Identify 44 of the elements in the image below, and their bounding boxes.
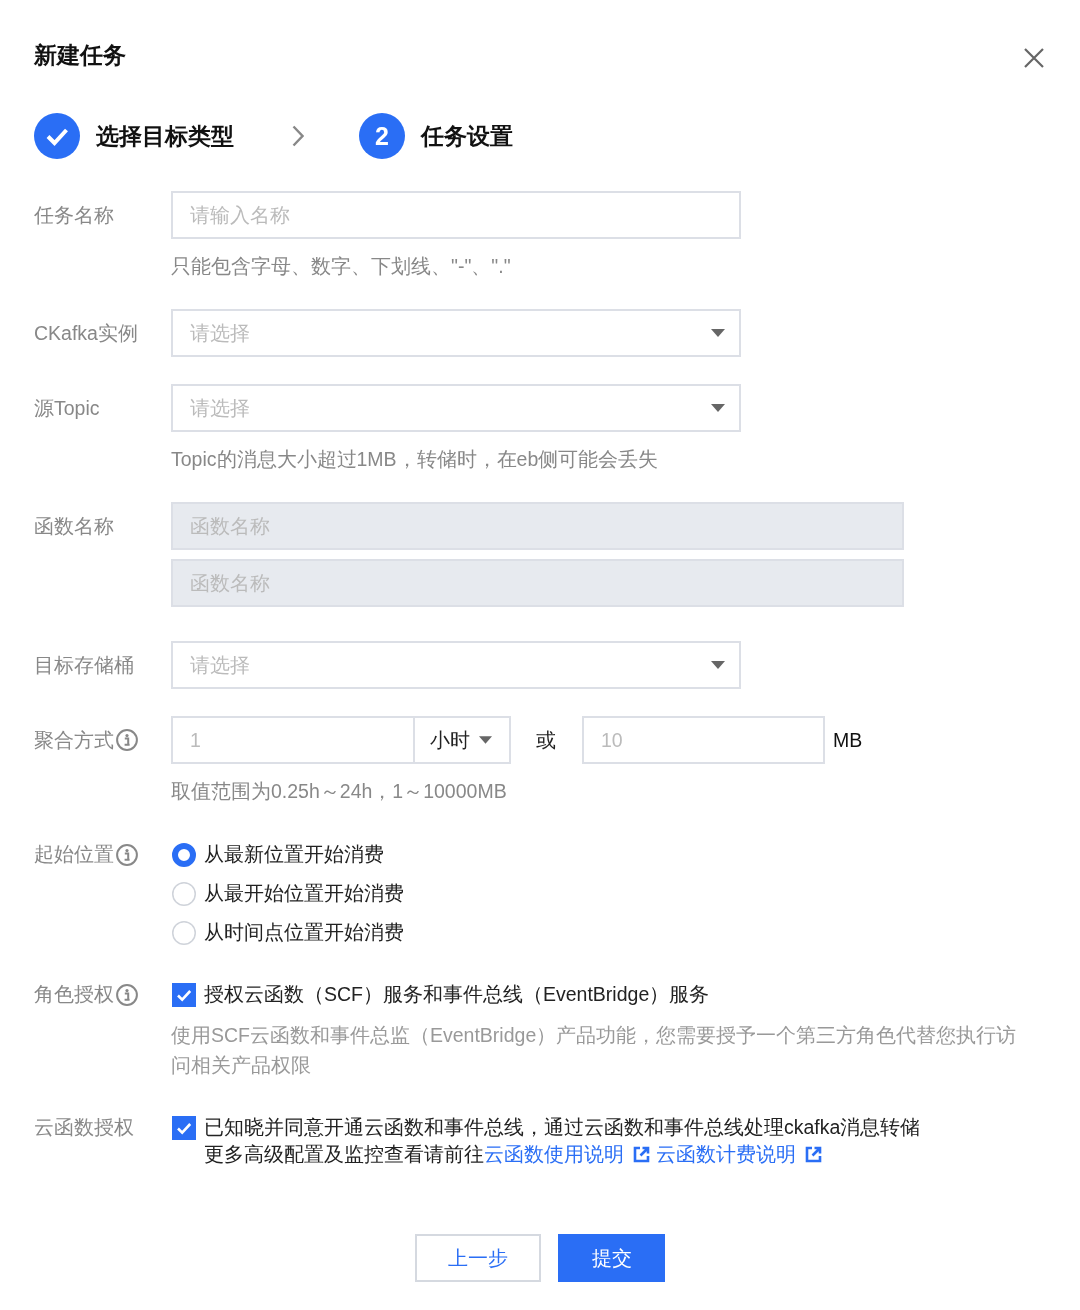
step-label: 任务设置 [421,122,513,151]
radio-label: 从最开始位置开始消费 [204,881,404,906]
radio-label: 从时间点位置开始消费 [204,920,404,945]
chevron-icon [292,125,304,147]
field-label: 起始位置 [34,842,114,867]
caret-icon [479,736,492,744]
radio-button[interactable] [172,842,196,867]
unit-text: MB [833,728,863,752]
external-link-icon [805,1146,822,1163]
doc-link[interactable]: 云函数使用说明 [484,1141,650,1168]
back-button[interactable]: 上一步 [415,1234,541,1282]
caret-icon [711,329,725,337]
checkbox-description: 使用SCF云函数和事件总监（EventBridge）产品功能，您需要授予一个第三方角色代替您执行访问相关产品权限 [171,1023,1018,1078]
field-label: 任务名称 [34,202,114,228]
unit-select[interactable]: 小时 [413,716,511,764]
field-hint: 取值范围为0.25h～24h，1～10000MB [171,779,508,804]
field-label: 函数名称 [34,513,114,539]
field-label: 聚合方式 [34,727,114,753]
checkbox[interactable] [172,982,196,1007]
step-label: 选择目标类型 [96,122,234,151]
note-text: 更多高级配置及监控查看请前往 [204,1142,484,1167]
checkbox-label: 授权云函数（SCF）服务和事件总线（EventBridge）服务 [204,982,710,1007]
field-label: CKafka实例 [34,320,138,346]
caret-icon [711,661,725,669]
duration-field[interactable]: 1 [171,716,415,764]
checkbox[interactable] [172,1115,196,1140]
radio-label: 从最新位置开始消费 [204,842,384,867]
or-text: 或 [536,727,556,753]
submit-button[interactable]: 提交 [558,1234,665,1282]
doc-link[interactable]: 云函数计费说明 [656,1141,822,1168]
field-label: 角色授权 [34,982,114,1007]
checkbox-label: 已知晓并同意开通云函数和事件总线，通过云函数和事件总线处理ckafka消息转储 [204,1115,921,1140]
field-hint: 只能包含字母、数字、下划线、"-"、"." [171,254,512,279]
text-field[interactable]: 请输入名称 [171,191,741,239]
step-number: 2 [359,113,405,159]
size-field[interactable]: 10 [582,716,825,764]
field-label: 目标存储桶 [34,652,134,678]
external-link-icon [633,1146,650,1163]
field-hint: Topic的消息大小超过1MB，转储时，在eb侧可能会丢失 [171,447,660,472]
field-label: 云函数授权 [34,1115,134,1140]
caret-icon [711,404,725,412]
dialog-title: 新建任务 [34,41,126,70]
close-icon[interactable] [1024,48,1044,68]
field-label: 源Topic [34,395,100,421]
